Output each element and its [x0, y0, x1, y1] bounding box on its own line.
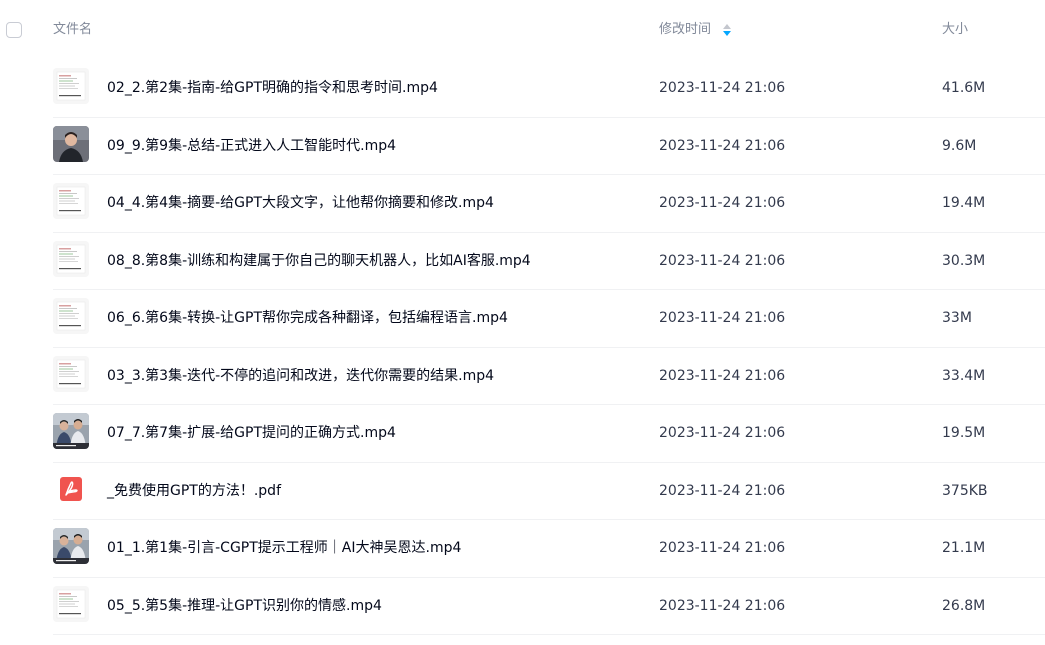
file-name[interactable]: 06_6.第6集-转换-让GPT帮你完成各种翻译，包括编程语言.mp4	[107, 309, 508, 327]
file-name[interactable]: 09_9.第9集-总结-正式进入人工智能时代.mp4	[107, 137, 396, 155]
file-row[interactable]: 04_4.第4集-摘要-给GPT大段文字，让他帮你摘要和修改.mp4 2023-1…	[0, 175, 1045, 233]
two-people-thumbnail[interactable]	[53, 528, 89, 564]
file-size: 30.3M	[942, 252, 986, 269]
file-modified-time: 2023-11-24 21:06	[659, 540, 786, 556]
row-divider	[53, 634, 1045, 635]
doc-thumbnail[interactable]	[53, 240, 89, 277]
doc-thumbnail[interactable]	[53, 585, 89, 622]
file-row[interactable]: 07_7.第7集-扩展-给GPT提问的正确方式.mp4 2023-11-24 21…	[0, 405, 1045, 463]
file-row[interactable]: 09_9.第9集-总结-正式进入人工智能时代.mp4 2023-11-24 21:…	[0, 118, 1045, 175]
file-name[interactable]: 01_1.第1集-引言-CGPT提示工程师｜AI大神吴恩达.mp4	[107, 539, 461, 557]
column-header-size[interactable]: 大小	[942, 22, 968, 38]
column-header-time-label: 修改时间	[659, 22, 712, 37]
file-modified-time: 2023-11-24 21:06	[659, 367, 786, 384]
column-header-time[interactable]: 修改时间	[659, 22, 732, 38]
sort-icon[interactable]	[722, 23, 732, 37]
file-name[interactable]: 03_3.第3集-迭代-不停的追问和改进，迭代你需要的结果.mp4	[107, 367, 494, 385]
file-row[interactable]: 06_6.第6集-转换-让GPT帮你完成各种翻译，包括编程语言.mp4 2023-…	[0, 290, 1045, 348]
file-row[interactable]: 02_2.第2集-指南-给GPT明确的指令和思考时间.mp4 2023-11-24…	[0, 60, 1045, 118]
file-modified-time: 2023-11-24 21:06	[659, 137, 786, 154]
file-name[interactable]: 04_4.第4集-摘要-给GPT大段文字，让他帮你摘要和修改.mp4	[107, 194, 494, 212]
file-modified-time: 2023-11-24 21:06	[659, 252, 786, 269]
file-row[interactable]: 05_5.第5集-推理-让GPT识别你的情感.mp4 2023-11-24 21:…	[0, 578, 1045, 635]
file-size: 41.6M	[942, 80, 986, 96]
file-row[interactable]: 08_8.第8集-训练和构建属于你自己的聊天机器人，比如AI客服.mp4 2023…	[0, 233, 1045, 290]
file-name[interactable]: 07_7.第7集-扩展-给GPT提问的正确方式.mp4	[107, 424, 396, 442]
file-modified-time: 2023-11-24 21:06	[659, 482, 786, 499]
file-size: 26.8M	[942, 597, 986, 614]
file-row[interactable]: 03_3.第3集-迭代-不停的追问和改进，迭代你需要的结果.mp4 2023-11…	[0, 348, 1045, 405]
doc-thumbnail[interactable]	[53, 298, 89, 334]
file-modified-time: 2023-11-24 21:06	[659, 425, 786, 441]
file-name[interactable]: 05_5.第5集-推理-让GPT识别你的情感.mp4	[107, 597, 382, 615]
file-modified-time: 2023-11-24 21:06	[659, 597, 786, 614]
column-header-name[interactable]: 文件名	[53, 22, 92, 38]
pdf-icon[interactable]	[53, 470, 89, 507]
file-size: 21.1M	[942, 540, 986, 556]
file-row[interactable]: _免费使用GPT的方法！.pdf 2023-11-24 21:06 375KB	[0, 463, 1045, 520]
file-list: 文件名 修改时间 大小 02_2.第2集-指南-给GPT明确的指令和思考时间.m…	[0, 0, 1045, 645]
two-people-thumbnail[interactable]	[53, 413, 89, 449]
doc-thumbnail[interactable]	[53, 183, 89, 219]
file-size: 19.5M	[942, 425, 986, 441]
file-name[interactable]: 08_8.第8集-训练和构建属于你自己的聊天机器人，比如AI客服.mp4	[107, 252, 531, 270]
doc-thumbnail[interactable]	[53, 355, 89, 392]
file-size: 33.4M	[942, 367, 986, 384]
doc-thumbnail[interactable]	[53, 68, 89, 104]
file-row[interactable]: 01_1.第1集-引言-CGPT提示工程师｜AI大神吴恩达.mp4 2023-11…	[0, 520, 1045, 578]
file-name[interactable]: 02_2.第2集-指南-给GPT明确的指令和思考时间.mp4	[107, 79, 438, 97]
file-modified-time: 2023-11-24 21:06	[659, 80, 786, 96]
file-name[interactable]: _免费使用GPT的方法！.pdf	[107, 482, 281, 500]
table-header: 文件名 修改时间 大小	[0, 0, 1045, 60]
person-thumbnail[interactable]	[53, 125, 89, 162]
select-all-checkbox[interactable]	[6, 22, 22, 38]
file-size: 19.4M	[942, 195, 986, 211]
file-modified-time: 2023-11-24 21:06	[659, 195, 786, 211]
file-modified-time: 2023-11-24 21:06	[659, 310, 786, 326]
file-size: 33M	[942, 310, 972, 326]
file-size: 375KB	[942, 482, 988, 499]
file-size: 9.6M	[942, 137, 977, 154]
